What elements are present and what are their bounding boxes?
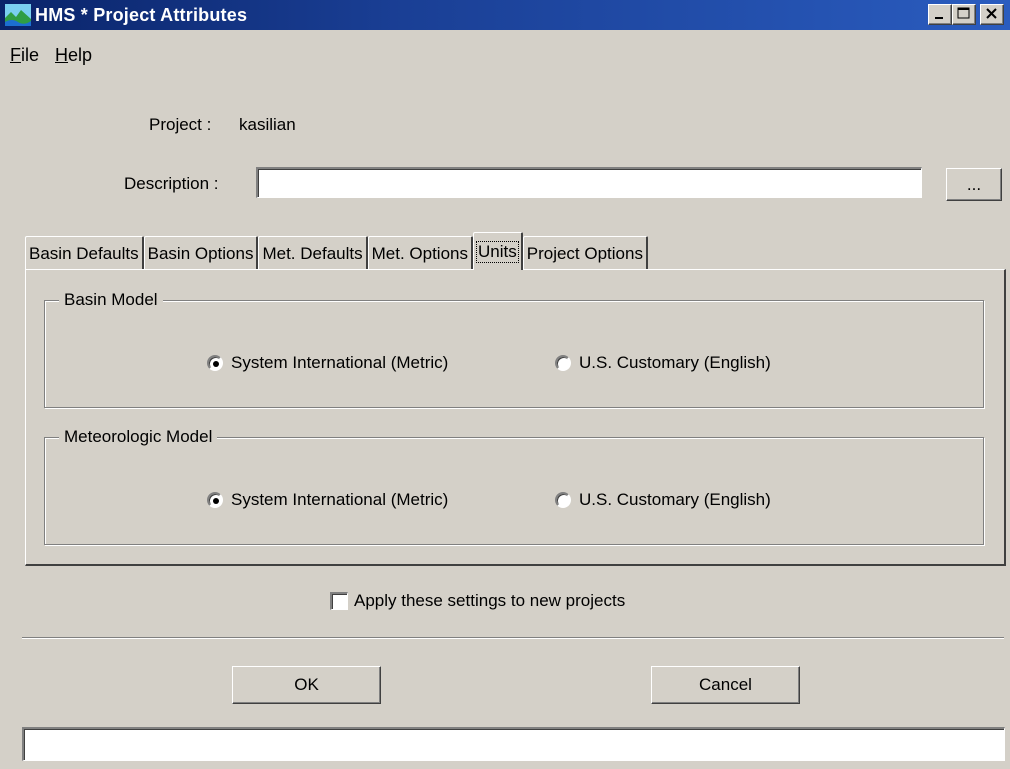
ok-button[interactable]: OK [232, 666, 381, 704]
meteorologic-model-group: Meteorologic Model System International … [44, 427, 984, 545]
menu-help[interactable]: Help [55, 45, 92, 67]
separator [22, 637, 1004, 639]
close-icon [986, 8, 997, 19]
met-english-radio[interactable] [555, 492, 571, 508]
tab-met-defaults[interactable]: Met. Defaults [258, 236, 368, 270]
apply-settings-option[interactable]: Apply these settings to new projects [330, 591, 625, 611]
menu-file[interactable]: File [10, 45, 39, 67]
tab-basin-options[interactable]: Basin Options [143, 236, 259, 270]
basin-english-radio[interactable] [555, 355, 571, 371]
tab-units[interactable]: Units [473, 232, 523, 270]
basin-metric-radio[interactable] [207, 355, 223, 371]
close-button[interactable] [980, 4, 1004, 25]
apply-settings-label: Apply these settings to new projects [354, 591, 626, 610]
met-metric-radio[interactable] [207, 492, 223, 508]
tab-basin-defaults[interactable]: Basin Defaults [25, 236, 144, 270]
basin-metric-option[interactable]: System International (Metric) [207, 353, 448, 373]
basin-model-group: Basin Model System International (Metric… [44, 290, 984, 408]
menu-bar: File Help [0, 45, 98, 67]
maximize-button[interactable] [952, 4, 976, 25]
minimize-button[interactable] [928, 4, 952, 25]
title-bar[interactable]: HMS * Project Attributes [0, 0, 1010, 30]
basin-english-option[interactable]: U.S. Customary (English) [555, 353, 771, 373]
status-bar [22, 727, 1005, 761]
tab-met-options[interactable]: Met. Options [367, 236, 473, 270]
minimize-icon [935, 17, 943, 19]
description-browse-button[interactable]: ... [946, 168, 1002, 201]
basin-model-title: Basin Model [59, 290, 163, 310]
tab-strip: Basin Defaults Basin Options Met. Defaul… [25, 232, 648, 270]
hms-app-icon [5, 4, 31, 26]
window-title: HMS * Project Attributes [35, 4, 248, 25]
apply-settings-checkbox[interactable] [330, 592, 348, 610]
maximize-icon [957, 7, 970, 19]
meteorologic-model-title: Meteorologic Model [59, 427, 218, 447]
met-english-option[interactable]: U.S. Customary (English) [555, 490, 771, 510]
project-label: Project : [149, 115, 212, 134]
description-label: Description : [124, 174, 219, 193]
project-name: kasilian [239, 115, 296, 134]
met-metric-option[interactable]: System International (Metric) [207, 490, 448, 510]
tab-project-options[interactable]: Project Options [522, 236, 648, 270]
description-field[interactable] [256, 167, 922, 198]
cancel-button[interactable]: Cancel [651, 666, 800, 704]
